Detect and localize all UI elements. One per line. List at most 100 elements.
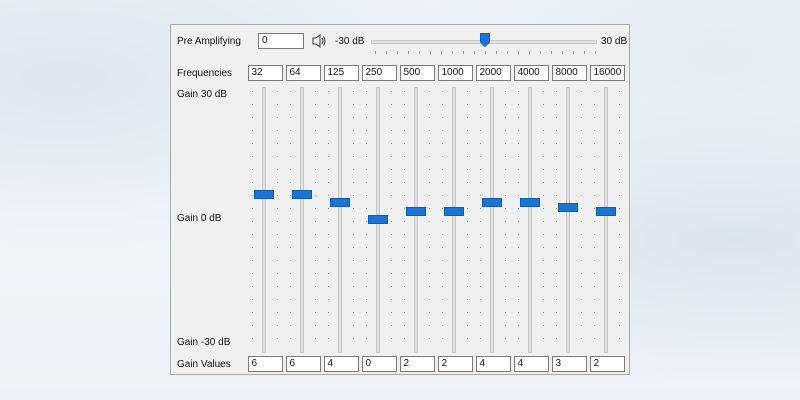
band-slider-track[interactable] <box>452 87 456 353</box>
band-slider-thumb[interactable] <box>254 190 274 200</box>
band-tick <box>366 312 367 313</box>
band-tick <box>328 221 329 222</box>
band-tick <box>366 117 367 118</box>
frequency-field[interactable]: 125 <box>323 65 359 81</box>
band-tick <box>467 247 468 248</box>
band-tick <box>429 130 430 131</box>
gain-max-label: Gain 30 dB <box>177 89 228 100</box>
frequency-field[interactable]: 4000 <box>513 65 549 81</box>
band-tick <box>543 325 544 326</box>
band-slider-track[interactable] <box>490 87 494 353</box>
band-tick <box>429 182 430 183</box>
band-slider-track[interactable] <box>566 87 570 353</box>
gain-value-field[interactable]: 2 <box>399 356 435 372</box>
band-tick <box>277 312 278 313</box>
band-slider-thumb[interactable] <box>444 206 464 216</box>
band-tick <box>315 169 316 170</box>
band-tick <box>442 208 443 209</box>
band-tick <box>328 312 329 313</box>
band-tick <box>315 286 316 287</box>
band-tick <box>328 338 329 339</box>
band-tick <box>328 247 329 248</box>
gain-value-field[interactable]: 3 <box>551 356 587 372</box>
band-tick <box>467 260 468 261</box>
band-tick <box>290 273 291 274</box>
band-slider-thumb[interactable] <box>330 198 350 208</box>
gain-value-field[interactable]: 0 <box>361 356 397 372</box>
frequency-field[interactable]: 64 <box>285 65 321 81</box>
frequency-field[interactable]: 1000 <box>437 65 473 81</box>
band-tick <box>518 260 519 261</box>
band-tick <box>556 130 557 131</box>
band-tick <box>252 338 253 339</box>
band-tick <box>480 91 481 92</box>
band-slider-track[interactable] <box>604 87 608 353</box>
band-slider-track[interactable] <box>262 87 266 353</box>
band-tick <box>391 117 392 118</box>
band-tick <box>366 156 367 157</box>
band-tick <box>581 247 582 248</box>
band-tick <box>480 104 481 105</box>
band-tick <box>429 169 430 170</box>
band-tick <box>480 299 481 300</box>
band-tick <box>429 91 430 92</box>
gain-zero-label: Gain 0 dB <box>177 213 222 224</box>
band-tick <box>556 325 557 326</box>
frequency-field[interactable]: 250 <box>361 65 397 81</box>
pre-amp-tick <box>507 51 508 54</box>
band-tick <box>328 169 329 170</box>
gain-value-field[interactable]: 4 <box>323 356 359 372</box>
speaker-icon[interactable] <box>311 33 327 49</box>
band-slider-thumb[interactable] <box>292 190 312 200</box>
band-tick <box>391 143 392 144</box>
gain-value-field[interactable]: 2 <box>437 356 473 372</box>
pre-amp-input[interactable]: 0 <box>258 33 304 49</box>
band-tick <box>505 260 506 261</box>
band-tick <box>467 312 468 313</box>
band-tick <box>277 169 278 170</box>
band-tick <box>594 143 595 144</box>
gain-value-field[interactable]: 4 <box>513 356 549 372</box>
band-slider-thumb[interactable] <box>558 202 578 212</box>
band-tick <box>290 247 291 248</box>
band-tick <box>391 208 392 209</box>
gain-value-field[interactable]: 6 <box>247 356 283 372</box>
band-slider-track[interactable] <box>338 87 342 353</box>
frequency-field[interactable]: 16000 <box>589 65 625 81</box>
band-tick <box>404 117 405 118</box>
band-tick <box>619 234 620 235</box>
pre-amp-slider-thumb[interactable] <box>480 33 490 47</box>
band-tick <box>429 117 430 118</box>
band-tick <box>594 130 595 131</box>
band-tick <box>505 325 506 326</box>
band-tick <box>328 260 329 261</box>
band-slider-track[interactable] <box>300 87 304 353</box>
band-slider-thumb[interactable] <box>482 198 502 208</box>
frequency-field[interactable]: 32 <box>247 65 283 81</box>
band-tick <box>581 325 582 326</box>
gain-value-field[interactable]: 6 <box>285 356 321 372</box>
band-tick <box>353 247 354 248</box>
band-tick <box>252 247 253 248</box>
band-tick <box>594 221 595 222</box>
band-slider-thumb[interactable] <box>406 206 426 216</box>
band-tick <box>581 260 582 261</box>
frequency-field[interactable]: 500 <box>399 65 435 81</box>
band-tick <box>277 286 278 287</box>
band-slider-track[interactable] <box>414 87 418 353</box>
gain-value-field[interactable]: 4 <box>475 356 511 372</box>
band-slider-thumb[interactable] <box>596 206 616 216</box>
band-tick <box>619 169 620 170</box>
band-tick <box>619 143 620 144</box>
band-slider-thumb[interactable] <box>368 215 388 224</box>
band-slider-thumb[interactable] <box>520 198 540 208</box>
frequency-field[interactable]: 8000 <box>551 65 587 81</box>
pre-amp-tick <box>452 51 453 54</box>
band-tick <box>581 273 582 274</box>
gain-value-field[interactable]: 2 <box>589 356 625 372</box>
frequency-field[interactable]: 2000 <box>475 65 511 81</box>
band-tick <box>353 130 354 131</box>
band-tick <box>366 325 367 326</box>
pre-amp-tick <box>595 51 596 54</box>
band-slider-track[interactable] <box>528 87 532 353</box>
